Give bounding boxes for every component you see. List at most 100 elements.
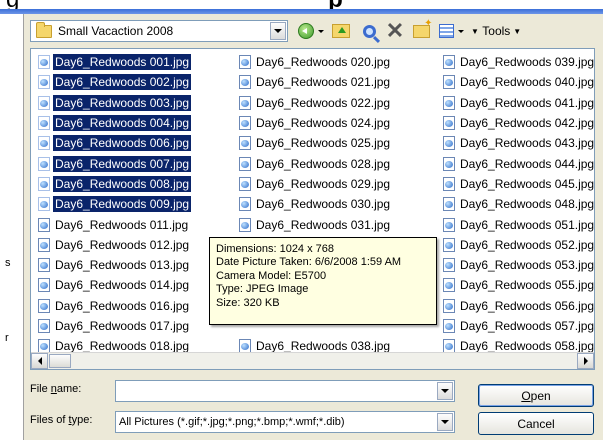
files-of-type-dropdown[interactable]: All Pictures (*.gif;*.jpg;*.png;*.bmp;*.… (115, 411, 455, 433)
file-item[interactable]: Day6_Redwoods 030.jpg (235, 194, 430, 214)
file-item[interactable]: Day6_Redwoods 053.jpg (439, 255, 594, 275)
jpeg-file-icon (239, 95, 251, 110)
chevron-down-icon[interactable] (437, 382, 453, 400)
cancel-button[interactable]: Cancel (478, 412, 594, 435)
file-name: Day6_Redwoods 006.jpg (53, 135, 192, 152)
file-item[interactable]: Day6_Redwoods 001.jpg (34, 52, 229, 72)
file-name: Day6_Redwoods 014.jpg (55, 278, 190, 293)
scroll-right-arrow-icon[interactable] (577, 353, 594, 369)
jpeg-file-icon (443, 116, 455, 131)
file-name-input[interactable] (116, 382, 437, 400)
file-item[interactable]: Day6_Redwoods 056.jpg (439, 296, 594, 316)
file-item[interactable]: Day6_Redwoods 024.jpg (235, 113, 430, 133)
file-item[interactable]: Day6_Redwoods 009.jpg (34, 194, 229, 214)
file-item[interactable]: Day6_Redwoods 012.jpg (34, 235, 229, 255)
file-item[interactable]: Day6_Redwoods 017.jpg (34, 316, 229, 336)
file-name: Day6_Redwoods 017.jpg (55, 319, 190, 333)
file-item[interactable]: Day6_Redwoods 011.jpg (34, 214, 229, 234)
file-item[interactable]: Day6_Redwoods 051.jpg (439, 214, 594, 234)
title-bar-edge (0, 9, 603, 14)
tools-menu[interactable]: ▼ Tools ▼ (468, 20, 534, 42)
file-item[interactable]: Day6_Redwoods 055.jpg (439, 275, 594, 295)
delete-button[interactable]: ✕ (384, 20, 406, 42)
files-of-type-label: Files of type: (30, 414, 93, 426)
file-item[interactable]: Day6_Redwoods 021.jpg (235, 72, 430, 92)
jpeg-file-icon (443, 237, 455, 252)
file-name: Day6_Redwoods 048.jpg (460, 197, 595, 212)
file-item[interactable]: Day6_Redwoods 020.jpg (235, 52, 430, 72)
jpeg-file-icon (443, 176, 455, 191)
chevron-down-icon: ▼ (513, 26, 522, 36)
file-info-tooltip: Dimensions: 1024 x 768 Date Picture Take… (209, 237, 437, 325)
up-one-level-button[interactable] (330, 20, 352, 42)
file-name: Day6_Redwoods 043.jpg (460, 136, 595, 151)
jpeg-file-icon (38, 237, 50, 252)
folder-icon (36, 21, 52, 38)
chevron-down-icon[interactable] (270, 22, 286, 40)
jpeg-file-icon (443, 75, 455, 90)
file-item[interactable]: Day6_Redwoods 039.jpg (439, 52, 594, 72)
tooltip-type: Type: JPEG Image (216, 283, 309, 296)
jpeg-file-icon (443, 156, 455, 171)
jpeg-file-icon (38, 95, 50, 110)
file-item[interactable]: Day6_Redwoods 014.jpg (34, 275, 229, 295)
file-item[interactable]: Day6_Redwoods 044.jpg (439, 153, 594, 173)
file-item[interactable]: Day6_Redwoods 016.jpg (34, 296, 229, 316)
delete-icon: ✕ (385, 18, 405, 43)
views-dropdown[interactable] (456, 20, 466, 42)
file-item[interactable]: Day6_Redwoods 029.jpg (235, 174, 430, 194)
jpeg-file-icon (239, 75, 251, 90)
jpeg-file-icon (38, 75, 50, 90)
search-web-button[interactable] (358, 20, 380, 42)
file-name: Day6_Redwoods 016.jpg (55, 298, 190, 313)
back-history-dropdown[interactable] (316, 20, 326, 42)
file-item[interactable]: Day6_Redwoods 057.jpg (439, 316, 595, 336)
scroll-left-arrow-icon[interactable] (31, 353, 48, 369)
file-item[interactable]: Day6_Redwoods 007.jpg (34, 153, 229, 173)
file-item[interactable]: Day6_Redwoods 022.jpg (235, 93, 430, 113)
jpeg-file-icon (443, 136, 455, 151)
jpeg-file-icon (38, 298, 50, 313)
file-name-combo[interactable] (115, 380, 455, 402)
jpeg-file-icon (38, 217, 50, 232)
file-name: Day6_Redwoods 009.jpg (53, 196, 192, 213)
look-in-dropdown[interactable]: Small Vacaction 2008 (30, 20, 288, 42)
jpeg-file-icon (443, 298, 455, 313)
file-item[interactable]: Day6_Redwoods 052.jpg (439, 235, 594, 255)
open-button[interactable]: Open (478, 384, 594, 407)
file-column: Day6_Redwoods 039.jpg Day6_Redwoods 040.j… (439, 52, 595, 356)
new-folder-button[interactable] (410, 18, 433, 42)
file-item[interactable]: Day6_Redwoods 003.jpg (34, 93, 229, 113)
file-name: Day6_Redwoods 020.jpg (256, 55, 391, 70)
file-item[interactable]: Day6_Redwoods 031.jpg (235, 214, 430, 234)
file-item[interactable]: Day6_Redwoods 040.jpg (439, 72, 594, 92)
scrollbar-thumb[interactable] (49, 354, 71, 368)
look-in-value: Small Vacaction 2008 (58, 24, 174, 38)
file-name: Day6_Redwoods 011.jpg (55, 217, 189, 232)
back-button[interactable] (296, 20, 316, 42)
file-item[interactable]: Day6_Redwoods 013.jpg (34, 255, 229, 275)
horizontal-scrollbar[interactable] (31, 352, 594, 369)
file-list[interactable]: Day6_Redwoods 001.jpg Day6_Redwoods 002.j… (30, 48, 595, 370)
views-icon (438, 24, 454, 38)
places-bar: s r (0, 14, 24, 440)
file-item[interactable]: Day6_Redwoods 048.jpg (439, 194, 595, 214)
file-item[interactable]: Day6_Redwoods 006.jpg (34, 133, 229, 153)
file-item[interactable]: Day6_Redwoods 041.jpg (439, 93, 594, 113)
chevron-down-icon[interactable] (437, 413, 453, 431)
file-item[interactable]: Day6_Redwoods 002.jpg (34, 72, 229, 92)
file-item[interactable]: Day6_Redwoods 025.jpg (235, 133, 430, 153)
file-name: Day6_Redwoods 025.jpg (256, 136, 391, 151)
file-item[interactable]: Day6_Redwoods 008.jpg (34, 174, 229, 194)
file-item[interactable]: Day6_Redwoods 028.jpg (235, 153, 430, 173)
views-button[interactable] (436, 20, 456, 42)
file-name: Day6_Redwoods 057.jpg (460, 319, 595, 333)
file-item[interactable]: Day6_Redwoods 004.jpg (34, 113, 229, 133)
file-item[interactable]: Day6_Redwoods 045.jpg (439, 174, 594, 194)
search-icon (362, 24, 376, 38)
jpeg-file-icon (443, 217, 455, 232)
file-name-label: File name: (30, 383, 82, 395)
file-name: Day6_Redwoods 002.jpg (53, 74, 192, 91)
file-item[interactable]: Day6_Redwoods 043.jpg (439, 133, 595, 153)
file-item[interactable]: Day6_Redwoods 042.jpg (439, 113, 594, 133)
